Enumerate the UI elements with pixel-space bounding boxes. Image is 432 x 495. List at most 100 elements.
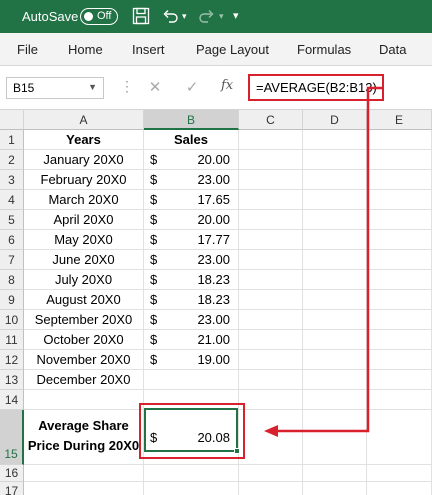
cell-b17[interactable] (144, 482, 239, 495)
fill-handle[interactable] (234, 448, 240, 454)
cell-b9[interactable]: $18.23 (144, 290, 239, 310)
cell-e3[interactable] (367, 170, 432, 190)
cell-c14[interactable] (239, 390, 303, 410)
column-header-b[interactable]: B (144, 110, 239, 130)
enter-icon[interactable]: ✓ (182, 78, 202, 98)
cell-c11[interactable] (239, 330, 303, 350)
formula-input[interactable]: =AVERAGE(B2:B13) (248, 74, 384, 101)
redo-icon[interactable] (197, 6, 217, 26)
cell-c16[interactable] (239, 465, 303, 482)
select-all-corner[interactable] (0, 110, 24, 130)
cell-c1[interactable] (239, 130, 303, 150)
cell-b7[interactable]: $23.00 (144, 250, 239, 270)
cell-e7[interactable] (367, 250, 432, 270)
cancel-icon[interactable]: ✕ (145, 78, 165, 98)
cell-a16[interactable] (24, 465, 144, 482)
cell-a14[interactable] (24, 390, 144, 410)
undo-icon[interactable] (160, 6, 180, 26)
cell-a7[interactable]: June 20X0 (24, 250, 144, 270)
cell-c8[interactable] (239, 270, 303, 290)
cell-a4[interactable]: March 20X0 (24, 190, 144, 210)
cell-e1[interactable] (367, 130, 432, 150)
row-header-8[interactable]: 8 (0, 270, 24, 290)
cell-a8[interactable]: July 20X0 (24, 270, 144, 290)
row-header-10[interactable]: 10 (0, 310, 24, 330)
cell-a9[interactable]: August 20X0 (24, 290, 144, 310)
cell-a17[interactable] (24, 482, 144, 495)
cell-d10[interactable] (303, 310, 367, 330)
cell-a2[interactable]: January 20X0 (24, 150, 144, 170)
cell-b4[interactable]: $17.65 (144, 190, 239, 210)
cell-e9[interactable] (367, 290, 432, 310)
cell-c3[interactable] (239, 170, 303, 190)
cell-c2[interactable] (239, 150, 303, 170)
cell-a13[interactable]: December 20X0 (24, 370, 144, 390)
row-header-1[interactable]: 1 (0, 130, 24, 150)
cell-d16[interactable] (303, 465, 367, 482)
cell-e15[interactable] (367, 410, 432, 465)
cell-d2[interactable] (303, 150, 367, 170)
cell-e17[interactable] (367, 482, 432, 495)
cell-d14[interactable] (303, 390, 367, 410)
cell-c15[interactable] (239, 410, 303, 465)
cell-a12[interactable]: November 20X0 (24, 350, 144, 370)
cell-c12[interactable] (239, 350, 303, 370)
cell-c13[interactable] (239, 370, 303, 390)
row-header-16[interactable]: 16 (0, 465, 24, 482)
cell-a11[interactable]: October 20X0 (24, 330, 144, 350)
tab-formulas[interactable]: Formulas (297, 42, 351, 57)
insert-function-icon[interactable]: fx (221, 78, 241, 98)
row-header-6[interactable]: 6 (0, 230, 24, 250)
row-header-15[interactable]: 15 (0, 410, 24, 465)
redo-dropdown-icon[interactable]: ▾ (219, 11, 224, 22)
cell-a5[interactable]: April 20X0 (24, 210, 144, 230)
row-header-14[interactable]: 14 (0, 390, 24, 410)
cell-d11[interactable] (303, 330, 367, 350)
cell-d5[interactable] (303, 210, 367, 230)
row-header-5[interactable]: 5 (0, 210, 24, 230)
cell-b8[interactable]: $18.23 (144, 270, 239, 290)
row-header-3[interactable]: 3 (0, 170, 24, 190)
cell-b12[interactable]: $19.00 (144, 350, 239, 370)
cell-a1[interactable]: Years (24, 130, 144, 150)
cell-d3[interactable] (303, 170, 367, 190)
undo-dropdown-icon[interactable]: ▾ (182, 11, 187, 22)
row-header-9[interactable]: 9 (0, 290, 24, 310)
cell-d9[interactable] (303, 290, 367, 310)
cell-e16[interactable] (367, 465, 432, 482)
cell-b5[interactable]: $20.00 (144, 210, 239, 230)
tab-data[interactable]: Data (379, 42, 406, 57)
cell-d4[interactable] (303, 190, 367, 210)
cell-b6[interactable]: $17.77 (144, 230, 239, 250)
cell-d1[interactable] (303, 130, 367, 150)
tab-insert[interactable]: Insert (132, 42, 165, 57)
tab-home[interactable]: Home (68, 42, 103, 57)
cell-b3[interactable]: $23.00 (144, 170, 239, 190)
cell-c6[interactable] (239, 230, 303, 250)
row-header-17[interactable]: 17 (0, 482, 24, 495)
save-icon[interactable] (131, 6, 151, 26)
cell-a3[interactable]: February 20X0 (24, 170, 144, 190)
column-header-e[interactable]: E (367, 110, 432, 130)
name-box-dropdown-icon[interactable]: ▼ (88, 82, 97, 92)
cell-d13[interactable] (303, 370, 367, 390)
row-header-11[interactable]: 11 (0, 330, 24, 350)
cell-a6[interactable]: May 20X0 (24, 230, 144, 250)
cell-a10[interactable]: September 20X0 (24, 310, 144, 330)
cell-c5[interactable] (239, 210, 303, 230)
row-header-2[interactable]: 2 (0, 150, 24, 170)
column-header-a[interactable]: A (24, 110, 144, 130)
cell-b2[interactable]: $20.00 (144, 150, 239, 170)
cell-e11[interactable] (367, 330, 432, 350)
cell-d17[interactable] (303, 482, 367, 495)
row-header-12[interactable]: 12 (0, 350, 24, 370)
cell-e8[interactable] (367, 270, 432, 290)
tab-file[interactable]: File (17, 42, 38, 57)
column-header-c[interactable]: C (239, 110, 303, 130)
cell-c9[interactable] (239, 290, 303, 310)
column-header-d[interactable]: D (303, 110, 367, 130)
customize-qat-icon[interactable]: ▾ (233, 9, 239, 22)
cell-d6[interactable] (303, 230, 367, 250)
cell-b11[interactable]: $21.00 (144, 330, 239, 350)
cell-e4[interactable] (367, 190, 432, 210)
